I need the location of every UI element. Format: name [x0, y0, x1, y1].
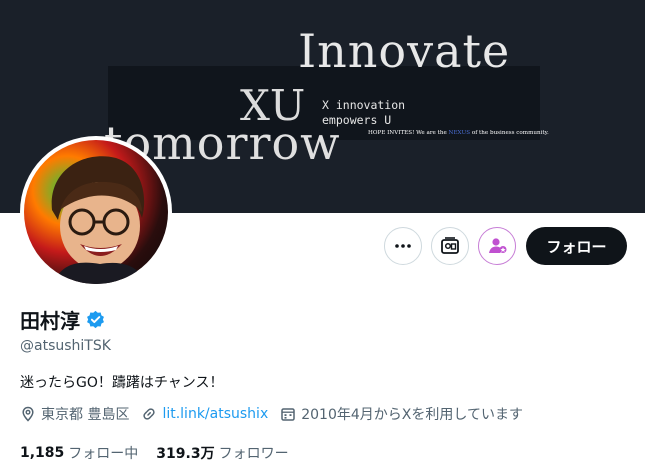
profile-link[interactable]: lit.link/atsushix [141, 406, 268, 422]
profile-bio: 迷ったらGO！躊躇はチャンス！ [20, 375, 224, 391]
avatar-image [24, 140, 168, 284]
verified-badge-icon[interactable] [86, 310, 105, 329]
followers-count: 319.3万 [156, 446, 215, 462]
following-count: 1,185 [20, 445, 65, 461]
followers-label: フォロワー [218, 446, 289, 462]
profile-location: 東京都 豊島区 [20, 404, 129, 424]
avatar-portrait-icon [51, 156, 146, 284]
followers-stat[interactable]: 319.3万 フォロワー [156, 443, 288, 463]
avatar[interactable] [20, 136, 172, 288]
location-pin-icon [22, 406, 34, 422]
more-dots-icon [395, 244, 411, 248]
profile-location-label: 東京都 豊島区 [41, 407, 130, 423]
profile-name-row: 田村淳 [20, 305, 105, 334]
notification-person-icon [489, 238, 507, 253]
follow-button[interactable]: フォロー [526, 227, 627, 265]
subscription-icon [441, 237, 459, 254]
subscription-button[interactable] [431, 227, 469, 265]
profile-name: 田村淳 [20, 309, 80, 333]
link-icon [143, 408, 156, 420]
banner-logo: XU [240, 81, 306, 130]
profile-handle: @atsushiTSK [20, 338, 111, 354]
banner-headline-top: Innovate [298, 24, 511, 78]
banner-small-text-highlight: NEXUS [448, 130, 471, 136]
notification-button[interactable] [478, 227, 516, 265]
banner-small-text-part2: of the business community. [470, 130, 549, 136]
profile-joined: 2010年4月からXを利用しています [280, 404, 523, 424]
following-label: フォロー中 [68, 446, 139, 462]
banner-small-text: HOPE INVITES! We are the NEXUS of the bu… [368, 130, 549, 136]
more-button[interactable] [384, 227, 422, 265]
calendar-icon [281, 408, 295, 421]
profile-joined-label: 2010年4月からXを利用しています [301, 407, 523, 423]
banner-tagline-line1: X innovation [322, 98, 406, 112]
profile-meta-row: 東京都 豊島区 lit.link/atsushix 2010年4月からXを利用し… [20, 404, 535, 424]
following-stat[interactable]: 1,185 フォロー中 [20, 443, 138, 463]
banner-tagline: X innovation empowers U [322, 98, 405, 128]
banner-small-text-part1: HOPE INVITES! We are the [368, 130, 449, 136]
profile-link-label[interactable]: lit.link/atsushix [162, 406, 268, 422]
profile-stats: 1,185 フォロー中 319.3万 フォロワー [20, 443, 307, 463]
banner-tagline-line2: empowers U [322, 113, 392, 127]
